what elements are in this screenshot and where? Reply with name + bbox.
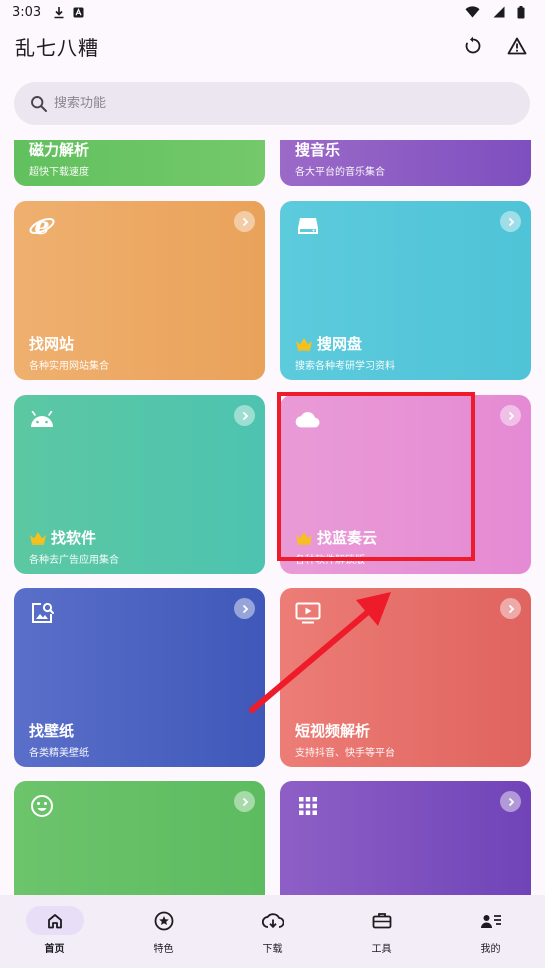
wifi-icon — [465, 6, 480, 18]
hard-drive-icon — [295, 213, 321, 239]
crown-icon — [295, 337, 313, 351]
chevron-right-icon — [500, 211, 521, 232]
chevron-right-icon — [500, 405, 521, 426]
status-time: 3:03 — [12, 4, 42, 20]
nav-tools[interactable]: 工具 — [327, 895, 436, 968]
search-input[interactable] — [54, 96, 494, 111]
chevron-right-icon — [234, 405, 255, 426]
cloud-download-icon — [261, 912, 284, 928]
battery-icon — [517, 5, 525, 19]
card-subtitle: 支持抖音、快手等平台 — [295, 748, 395, 759]
card-title: 找网站 — [29, 335, 75, 353]
feature-grid: 磁力解析 超快下载速度 搜音乐 各大平台的音乐集合 e 找网站 各种实用网站集合 — [0, 140, 545, 895]
nav-mine[interactable]: 我的 — [436, 895, 545, 968]
chevron-right-icon — [500, 791, 521, 812]
card-title: 找壁纸 — [29, 722, 75, 740]
card-subtitle: 各种实用网站集合 — [29, 361, 109, 372]
card-find-lanzou[interactable]: 找蓝奏云 各种软件解锁版 — [280, 395, 531, 574]
warning-icon — [507, 37, 527, 55]
crown-icon — [295, 531, 313, 545]
nav-featured[interactable]: 特色 — [109, 895, 218, 968]
cell-signal-icon — [492, 6, 505, 18]
smiley-icon — [29, 793, 55, 819]
card-subtitle: 各种去广告应用集合 — [29, 555, 119, 566]
card-subtitle: 各大平台的音乐集合 — [295, 167, 385, 178]
card-more-apps[interactable] — [280, 781, 531, 895]
nav-label: 下载 — [262, 944, 283, 955]
card-find-software[interactable]: 找软件 各种去广告应用集合 — [14, 395, 265, 574]
video-play-icon — [295, 600, 321, 626]
chevron-right-icon — [500, 598, 521, 619]
chevron-right-icon — [234, 211, 255, 232]
bottom-navigation: 首页 特色 下载 工具 我的 — [0, 895, 545, 968]
refresh-icon — [465, 36, 481, 54]
nav-label: 工具 — [371, 944, 392, 955]
android-icon — [29, 407, 55, 433]
ie-browser-icon: e — [29, 213, 55, 239]
card-subtitle: 超快下载速度 — [29, 167, 89, 178]
warning-button[interactable] — [506, 35, 528, 57]
card-find-wallpaper[interactable]: 找壁纸 各类精美壁纸 — [14, 588, 265, 767]
card-title: 找软件 — [51, 529, 97, 547]
nav-home[interactable]: 首页 — [0, 895, 109, 968]
nav-download[interactable]: 下载 — [218, 895, 327, 968]
apps-grid-icon — [295, 793, 321, 819]
app-title: 乱七八糟 — [15, 35, 99, 60]
card-subtitle: 各类精美壁纸 — [29, 748, 89, 759]
toolbox-icon — [372, 912, 391, 928]
person-list-icon — [480, 914, 501, 928]
download-arrow-icon — [53, 6, 65, 19]
chevron-right-icon — [234, 791, 255, 812]
card-fun[interactable] — [14, 781, 265, 895]
nav-label: 首页 — [44, 944, 65, 955]
card-title: 搜网盘 — [317, 335, 363, 353]
card-search-netdisk[interactable]: 搜网盘 搜索各种考研学习资料 — [280, 201, 531, 380]
card-subtitle: 搜索各种考研学习资料 — [295, 361, 395, 372]
search-bar[interactable] — [14, 82, 530, 125]
app-bar: 乱七八糟 — [0, 24, 545, 68]
card-subtitle: 各种软件解锁版 — [295, 555, 365, 566]
card-find-website[interactable]: e 找网站 各种实用网站集合 — [14, 201, 265, 380]
home-icon — [47, 913, 62, 928]
star-circle-icon — [154, 911, 173, 930]
app-notification-icon — [73, 7, 84, 18]
image-search-icon — [29, 600, 55, 626]
card-title: 磁力解析 — [29, 141, 90, 159]
card-title: 短视频解析 — [295, 722, 371, 740]
svg-text:e: e — [34, 213, 49, 239]
crown-icon — [29, 531, 47, 545]
refresh-button[interactable] — [462, 35, 484, 57]
status-bar: 3:03 — [0, 0, 545, 24]
nav-label: 特色 — [153, 944, 174, 955]
card-search-music[interactable]: 搜音乐 各大平台的音乐集合 — [280, 140, 531, 186]
card-short-video-parse[interactable]: 短视频解析 支持抖音、快手等平台 — [280, 588, 531, 767]
cloud-icon — [295, 407, 321, 433]
search-icon — [31, 95, 47, 112]
card-magnet-parse[interactable]: 磁力解析 超快下载速度 — [14, 140, 265, 186]
chevron-right-icon — [234, 598, 255, 619]
card-title: 搜音乐 — [295, 141, 341, 159]
nav-label: 我的 — [480, 944, 501, 955]
card-title: 找蓝奏云 — [317, 529, 378, 547]
